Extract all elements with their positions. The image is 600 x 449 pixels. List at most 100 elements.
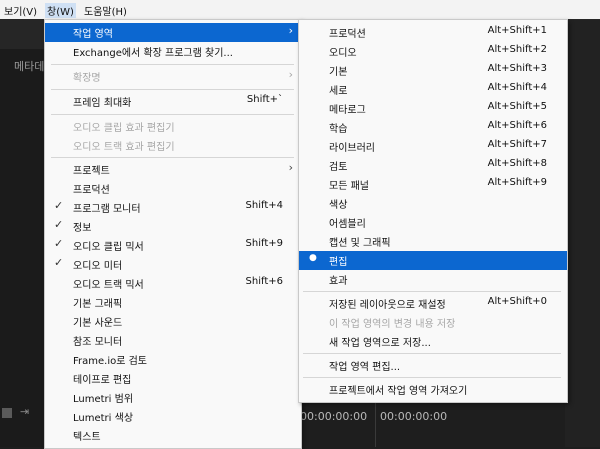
workspace-effects[interactable]: 효과	[299, 270, 567, 289]
menu-item-label: 새 작업 영역으로 저장...	[329, 338, 431, 349]
menu-item-label: 라이브러리	[329, 143, 375, 154]
menu-item-label: 텍스트	[73, 432, 101, 443]
menu-item-extensions: 확장명 ›	[45, 67, 301, 86]
menu-item-label: 메타로그	[329, 105, 366, 116]
menu-item-project[interactable]: 프로젝트 ›	[45, 160, 301, 179]
menu-item-shortcut: Shift+9	[245, 238, 283, 249]
workspace-vertical[interactable]: 세로 Alt+Shift+4	[299, 80, 567, 99]
menu-item-label: Exchange에서 확장 프로그램 찾기...	[73, 48, 233, 59]
menu-item-info[interactable]: ✓ 정보	[45, 217, 301, 236]
menu-item-text[interactable]: 텍스트	[45, 426, 301, 445]
menu-item-maximize-frame[interactable]: 프레임 최대화 Shift+`	[45, 92, 301, 111]
menu-item-audio-track-mixer[interactable]: 오디오 트랙 믹서 Shift+6	[45, 274, 301, 293]
workspace-all-panels[interactable]: 모든 패널 Alt+Shift+9	[299, 175, 567, 194]
checkmark-icon: ✓	[54, 256, 64, 269]
workspace-editing[interactable]: ● 편집	[299, 251, 567, 270]
menu-separator	[51, 89, 294, 90]
menu-item-audio-clip-mixer[interactable]: ✓ 오디오 클립 믹서 Shift+9	[45, 236, 301, 255]
menu-item-essential-graphics[interactable]: 기본 그래픽	[45, 293, 301, 312]
timecode-program: 00:00:00:00	[380, 410, 448, 423]
menu-item-lumetri-scopes[interactable]: Lumetri 범위	[45, 388, 301, 407]
menu-item-label: 오디오 클립 효과 편집기	[73, 123, 175, 134]
menu-item-frameio-review[interactable]: Frame.io로 검토	[45, 350, 301, 369]
menu-view[interactable]: 보기(V)	[4, 3, 37, 18]
menu-item-label: 이 작업 영역의 변경 내용 저장	[329, 319, 456, 330]
menu-item-shortcut: Alt+Shift+1	[487, 25, 547, 36]
menu-item-label: 오디오 클립 믹서	[73, 242, 144, 253]
workspace-import-from-project[interactable]: 프로젝트에서 작업 영역 가져오기	[299, 380, 567, 399]
menu-separator	[51, 157, 294, 158]
menu-item-label: 오디오 트랙 효과 편집기	[73, 142, 175, 153]
menu-item-label: 오디오 트랙 믹서	[73, 280, 144, 291]
menu-item-label: 프로젝트에서 작업 영역 가져오기	[329, 386, 468, 397]
menu-separator	[303, 353, 561, 354]
menu-item-label: Frame.io로 검토	[73, 356, 148, 367]
menu-item-label: 기본	[329, 67, 348, 78]
chevron-right-icon: ›	[288, 24, 293, 37]
workspace-assembly[interactable]: 어셈블리	[299, 213, 567, 232]
menu-item-label: 캡션 및 그래픽	[329, 238, 391, 249]
workspace-edit-workspaces[interactable]: 작업 영역 편집...	[299, 356, 567, 375]
menu-item-shortcut: Alt+Shift+6	[487, 120, 547, 131]
panel-divider	[375, 398, 376, 447]
menu-item-label: 효과	[329, 276, 348, 287]
workspace-captions-graphics[interactable]: 캡션 및 그래픽	[299, 232, 567, 251]
metadata-panel-title: 메타데	[14, 60, 45, 73]
menu-item-label: 테이프로 편집	[73, 375, 132, 386]
menu-item-label: 정보	[73, 223, 92, 234]
workspace-save-as-new[interactable]: 새 작업 영역으로 저장...	[299, 332, 567, 351]
menu-item-essential-sound[interactable]: 기본 사운드	[45, 312, 301, 331]
menu-separator	[51, 114, 294, 115]
menu-item-exchange[interactable]: Exchange에서 확장 프로그램 찾기...	[45, 42, 301, 61]
menu-item-reference-monitor[interactable]: 참조 모니터	[45, 331, 301, 350]
menu-window[interactable]: 창(W)	[45, 3, 76, 18]
menu-item-shortcut: Alt+Shift+5	[487, 101, 547, 112]
menu-item-shortcut: Alt+Shift+9	[487, 177, 547, 188]
menu-item-label: 색상	[329, 200, 348, 211]
menu-bar: 보기(V) 창(W) 도움말(H)	[0, 0, 600, 19]
menu-item-shortcut: Alt+Shift+3	[487, 63, 547, 74]
timecode-source: 00:00:00:00	[300, 410, 368, 423]
menu-item-label: 기본 그래픽	[73, 299, 123, 310]
menu-item-label: 모든 패널	[329, 181, 369, 192]
menu-item-lumetri-color[interactable]: Lumetri 색상	[45, 407, 301, 426]
menu-item-shortcut: Shift+`	[246, 94, 283, 105]
workspace-save-changes: 이 작업 영역의 변경 내용 저장	[299, 313, 567, 332]
menu-item-audio-meters[interactable]: ✓ 오디오 미터	[45, 255, 301, 274]
checkmark-icon: ✓	[54, 199, 64, 212]
chevron-right-icon: ›	[288, 161, 293, 174]
menu-item-shortcut: Alt+Shift+4	[487, 82, 547, 93]
step-arrows-icon[interactable]: ⇥	[20, 405, 29, 418]
menu-item-edit-to-tape[interactable]: 테이프로 편집	[45, 369, 301, 388]
workspace-audio[interactable]: 오디오 Alt+Shift+2	[299, 42, 567, 61]
workspace-color[interactable]: 색상	[299, 194, 567, 213]
chevron-right-icon: ›	[288, 68, 293, 81]
workspace-production[interactable]: 프로덕션 Alt+Shift+1	[299, 23, 567, 42]
checkmark-icon: ✓	[54, 218, 64, 231]
workspace-reset-saved-layout[interactable]: 저장된 레이아웃으로 재설정 Alt+Shift+0	[299, 294, 567, 313]
menu-item-audio-track-effect-editor: 오디오 트랙 효과 편집기	[45, 136, 301, 155]
menu-item-label: 세로	[329, 86, 348, 97]
menu-help[interactable]: 도움말(H)	[84, 3, 127, 18]
workspace-essentials[interactable]: 기본 Alt+Shift+3	[299, 61, 567, 80]
checkmark-icon: ✓	[54, 237, 64, 250]
menu-item-program-monitor[interactable]: ✓ 프로그램 모니터 Shift+4	[45, 198, 301, 217]
menu-item-label: 프로젝트	[73, 166, 110, 177]
menu-item-label: 참조 모니터	[73, 337, 123, 348]
menu-item-shortcut: Alt+Shift+7	[487, 139, 547, 150]
menu-separator	[303, 377, 561, 378]
workspace-review[interactable]: 검토 Alt+Shift+8	[299, 156, 567, 175]
menu-item-workspaces[interactable]: 작업 영역 ›	[45, 23, 301, 42]
menu-item-production[interactable]: 프로덕션	[45, 179, 301, 198]
menu-item-label: 작업 영역 편집...	[329, 362, 401, 373]
menu-item-label: 오디오 미터	[73, 261, 123, 272]
workspace-learning[interactable]: 학습 Alt+Shift+6	[299, 118, 567, 137]
workspace-metalogging[interactable]: 메타로그 Alt+Shift+5	[299, 99, 567, 118]
panel-control-icon[interactable]	[2, 408, 12, 418]
workspace-libraries[interactable]: 라이브러리 Alt+Shift+7	[299, 137, 567, 156]
menu-item-label: 프로덕션	[73, 185, 110, 196]
menu-item-shortcut: Alt+Shift+2	[487, 44, 547, 55]
menu-item-label: 프로덕션	[329, 29, 366, 40]
menu-item-label: 학습	[329, 124, 348, 135]
menu-item-label: 오디오	[329, 48, 357, 59]
